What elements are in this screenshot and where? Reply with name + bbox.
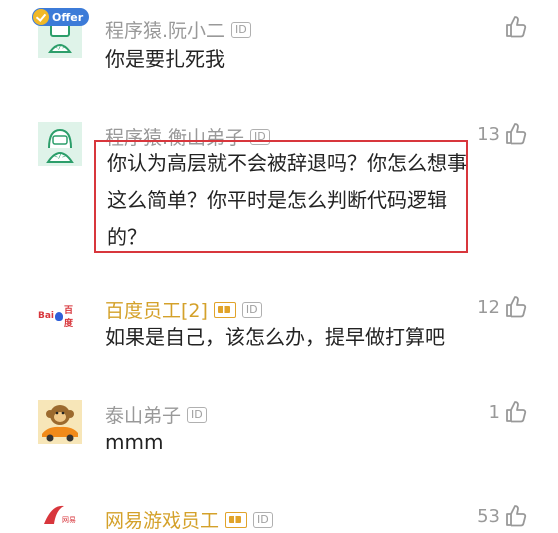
baidu-logo-icon: Bai 百度 [38,306,74,329]
comment-text: 你认为高层就不会被辞退吗？你怎么想事这么简单？你平时是怎么判断代码逻辑的？ [107,151,467,249]
avatar[interactable]: Bai 百度 [38,294,82,338]
comment-text: mmm [105,430,164,454]
id-badge: ID [187,406,207,423]
like-button[interactable]: 53 [477,504,528,528]
netease-logo-icon: 网易 [44,505,76,524]
id-badge: ID [231,21,251,38]
avatar[interactable] [38,400,82,444]
svg-text:</>: </> [54,152,67,160]
comment-text: 你是要扎死我 [105,47,225,71]
svg-text:网易: 网易 [62,516,76,524]
comment-text: 如果是自己，该怎么办，提早做打算吧 [105,325,445,349]
like-button[interactable] [500,15,528,39]
id-badge: ID [253,511,273,528]
id-badge: ID [241,301,262,318]
like-button[interactable]: 1 [489,400,528,424]
like-count: 13 [477,123,500,145]
offer-badge: Offer [32,8,90,26]
thumbs-up-icon [506,123,527,145]
check-icon [33,9,49,25]
like-button[interactable]: 13 [477,122,528,146]
username[interactable]: 网易游戏员工 [105,506,219,533]
like-count: 53 [477,505,500,527]
coder-avatar-icon: </> [38,122,82,166]
like-count: 12 [477,296,500,318]
verified-icon [225,511,248,528]
avatar[interactable]: </> [38,122,82,166]
like-button[interactable]: 12 [477,295,528,319]
thumbs-up-icon [506,401,527,423]
username-row: 网易游戏员工 ID [105,506,273,533]
username[interactable]: 程序猿.阮小二 [105,16,225,43]
like-count: 1 [488,401,500,423]
svg-text:</>: </> [54,43,67,51]
monkey-car-avatar-icon [38,400,82,444]
thumbs-up-icon [506,296,527,318]
thumbs-up-icon [506,505,527,527]
username-row: 程序猿.阮小二 ID [105,16,251,43]
avatar[interactable]: 网易 [38,498,82,528]
verified-icon [213,301,236,318]
thumbs-up-icon [506,16,527,38]
